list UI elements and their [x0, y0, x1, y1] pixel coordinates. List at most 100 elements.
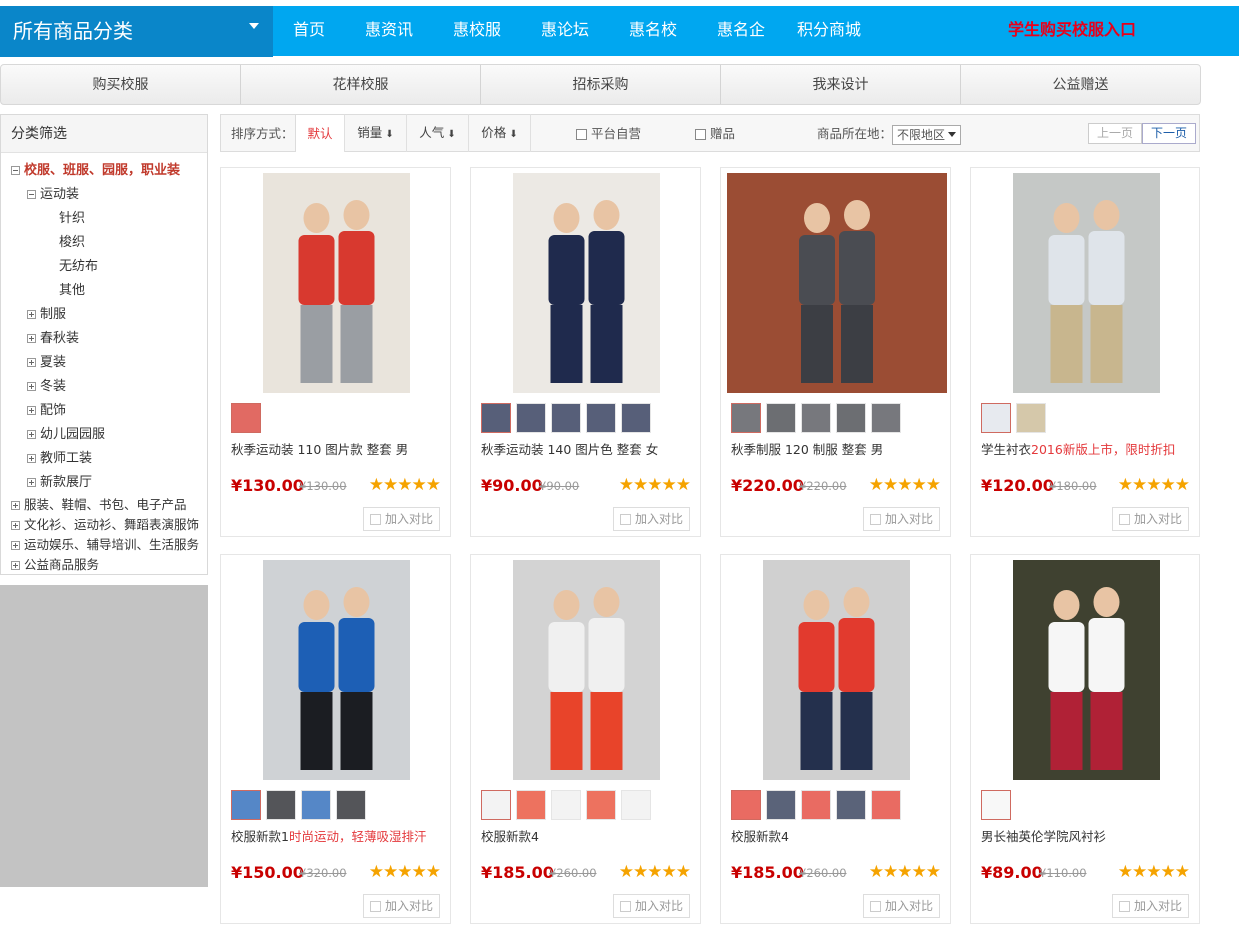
collapse-icon[interactable] — [11, 166, 20, 175]
product-card[interactable]: 校服新款4 ¥185.00 ¥260.00 ★★★★★ 加入对比 — [470, 554, 701, 924]
product-image[interactable] — [1013, 560, 1160, 780]
product-title[interactable]: 男长袖英伦学院风衬衫 — [981, 826, 1106, 845]
prev-page-button[interactable]: 上一页 — [1088, 123, 1143, 144]
product-thumbnail[interactable] — [871, 790, 901, 820]
nav-link-5[interactable]: 惠名企 — [697, 6, 785, 56]
product-title[interactable]: 秋季运动装 110 图片款 整套 男 — [231, 439, 408, 458]
category-item[interactable]: 公益商品服务 — [1, 555, 207, 575]
category-item[interactable]: 其他 — [1, 279, 207, 303]
product-thumbnail[interactable] — [766, 403, 796, 433]
category-item[interactable]: 校服、班服、园服，职业装 — [1, 159, 207, 183]
category-item[interactable]: 文化衫、运动衫、舞蹈表演服饰 — [1, 515, 207, 535]
all-categories-menu[interactable]: 所有商品分类 — [0, 6, 273, 57]
student-uniform-entry-link[interactable]: 学生购买校服入口 — [1008, 6, 1136, 54]
sort-tab-0[interactable]: 默认 — [295, 114, 345, 152]
expand-icon[interactable] — [11, 521, 20, 530]
compare-checkbox[interactable] — [369, 514, 381, 525]
sub-tab-3[interactable]: 我来设计 — [721, 65, 961, 104]
product-title[interactable]: 秋季制服 120 制服 整套 男 — [731, 439, 883, 458]
product-image[interactable] — [726, 173, 947, 393]
nav-link-6[interactable]: 积分商城 — [785, 6, 873, 56]
product-image[interactable] — [763, 560, 910, 780]
product-thumbnail[interactable] — [836, 403, 866, 433]
product-card[interactable]: 校服新款1时尚运动，轻薄吸湿排汗 ¥150.00 ¥320.00 ★★★★★ 加入对比 — [220, 554, 451, 924]
category-item[interactable]: 夏装 — [1, 351, 207, 375]
product-card[interactable]: 秋季运动装 140 图片色 整套 女 ¥90.00 ¥90.00 ★★★★★ 加入对比 — [470, 167, 701, 537]
product-thumbnail[interactable] — [801, 403, 831, 433]
product-thumbnail[interactable] — [516, 403, 546, 433]
expand-icon[interactable] — [11, 541, 20, 550]
sub-tab-1[interactable]: 花样校服 — [241, 65, 481, 104]
product-image[interactable] — [263, 173, 410, 393]
product-title[interactable]: 学生衬衣2016新版上市，限时折扣 — [981, 439, 1175, 458]
expand-icon[interactable] — [27, 382, 36, 391]
product-card[interactable]: 秋季制服 120 制服 整套 男 ¥220.00 ¥220.00 ★★★★★ 加入对比 — [720, 167, 951, 537]
expand-icon[interactable] — [11, 501, 20, 510]
category-item[interactable]: 教师工装 — [1, 447, 207, 471]
product-thumbnail[interactable] — [336, 790, 366, 820]
compare-checkbox[interactable] — [1118, 514, 1130, 525]
category-item[interactable]: 运动娱乐、辅导培训、生活服务 — [1, 535, 207, 555]
compare-checkbox[interactable] — [619, 514, 631, 525]
nav-link-3[interactable]: 惠论坛 — [521, 6, 609, 56]
expand-icon[interactable] — [27, 478, 36, 487]
category-item[interactable]: 幼儿园园服 — [1, 423, 207, 447]
compare-checkbox[interactable] — [369, 901, 381, 912]
product-image[interactable] — [1013, 173, 1160, 393]
product-thumbnail[interactable] — [301, 790, 331, 820]
expand-icon[interactable] — [27, 430, 36, 439]
expand-icon[interactable] — [27, 406, 36, 415]
compare-checkbox[interactable] — [869, 901, 881, 912]
product-thumbnail[interactable] — [551, 790, 581, 820]
compare-checkbox[interactable] — [1118, 901, 1130, 912]
product-image[interactable] — [513, 173, 660, 393]
self-operated-filter[interactable]: 平台自营 — [576, 115, 641, 152]
product-title[interactable]: 校服新款4 — [731, 826, 789, 845]
add-to-compare-button[interactable]: 加入对比 — [862, 894, 940, 918]
product-thumbnail[interactable] — [981, 403, 1011, 433]
add-to-compare-button[interactable]: 加入对比 — [612, 507, 690, 531]
compare-checkbox[interactable] — [619, 901, 631, 912]
add-to-compare-button[interactable]: 加入对比 — [362, 894, 440, 918]
expand-icon[interactable] — [27, 310, 36, 319]
sub-tab-4[interactable]: 公益赠送 — [961, 65, 1200, 104]
category-item[interactable]: 服装、鞋帽、书包、电子产品 — [1, 495, 207, 515]
product-card[interactable]: 学生衬衣2016新版上市，限时折扣 ¥120.00 ¥180.00 ★★★★★ 加入对比 — [970, 167, 1200, 537]
product-thumbnail[interactable] — [231, 403, 261, 433]
product-title[interactable]: 秋季运动装 140 图片色 整套 女 — [481, 439, 658, 458]
collapse-icon[interactable] — [27, 190, 36, 199]
product-thumbnail[interactable] — [801, 790, 831, 820]
product-thumbnail[interactable] — [516, 790, 546, 820]
sub-tab-0[interactable]: 购买校服 — [1, 65, 241, 104]
product-thumbnail[interactable] — [731, 790, 761, 820]
category-item[interactable]: 制服 — [1, 303, 207, 327]
product-thumbnail[interactable] — [551, 403, 581, 433]
product-title[interactable]: 校服新款4 — [481, 826, 539, 845]
product-title[interactable]: 校服新款1时尚运动，轻薄吸湿排汗 — [231, 826, 426, 845]
product-thumbnail[interactable] — [1016, 403, 1046, 433]
product-card[interactable]: 校服新款4 ¥185.00 ¥260.00 ★★★★★ 加入对比 — [720, 554, 951, 924]
add-to-compare-button[interactable]: 加入对比 — [862, 507, 940, 531]
add-to-compare-button[interactable]: 加入对比 — [1111, 507, 1189, 531]
nav-link-0[interactable]: 首页 — [273, 6, 345, 56]
product-thumbnail[interactable] — [981, 790, 1011, 820]
expand-icon[interactable] — [11, 561, 20, 570]
nav-link-4[interactable]: 惠名校 — [609, 6, 697, 56]
expand-icon[interactable] — [27, 334, 36, 343]
product-card[interactable]: 秋季运动装 110 图片款 整套 男 ¥130.00 ¥130.00 ★★★★★ 加入对… — [220, 167, 451, 537]
product-thumbnail[interactable] — [266, 790, 296, 820]
product-thumbnail[interactable] — [231, 790, 261, 820]
expand-icon[interactable] — [27, 358, 36, 367]
add-to-compare-button[interactable]: 加入对比 — [612, 894, 690, 918]
category-item[interactable]: 梭织 — [1, 231, 207, 255]
product-image[interactable] — [263, 560, 410, 780]
sort-tab-3[interactable]: 价格 ⬇ — [469, 114, 531, 152]
sort-tab-2[interactable]: 人气 ⬇ — [407, 114, 469, 152]
product-card[interactable]: 男长袖英伦学院风衬衫 ¥89.00 ¥110.00 ★★★★★ 加入对比 — [970, 554, 1200, 924]
sub-tab-2[interactable]: 招标采购 — [481, 65, 721, 104]
nav-link-2[interactable]: 惠校服 — [433, 6, 521, 56]
category-item[interactable]: 无纺布 — [1, 255, 207, 279]
next-page-button[interactable]: 下一页 — [1142, 123, 1197, 144]
product-thumbnail[interactable] — [836, 790, 866, 820]
product-thumbnail[interactable] — [481, 403, 511, 433]
